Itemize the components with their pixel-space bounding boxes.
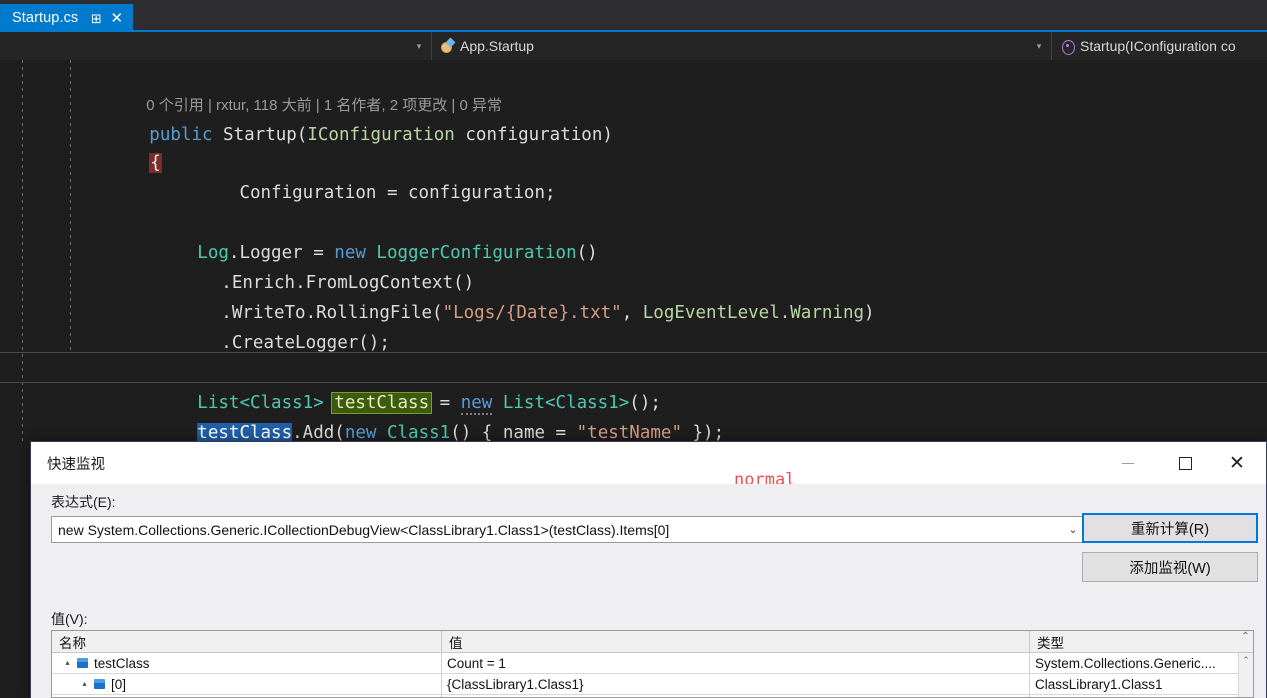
object-cube-icon (76, 657, 90, 670)
testname-string: "testName" (576, 423, 682, 443)
code-line-list-add: testClass.Add(new Class1() { name = "tes… (113, 388, 724, 443)
reevaluate-button-label: 重新计算(R) (1130, 521, 1210, 538)
code-text-area[interactable]: 0 个引用 | rxtur, 118 大前 | 1 名作者, 2 项更改 | 0… (0, 60, 1267, 445)
tab-label: Startup.cs (12, 10, 79, 26)
method-name: Startup( (212, 125, 308, 145)
close-button[interactable]: ✕ (1214, 442, 1260, 484)
expression-combobox[interactable]: new System.Collections.Generic.ICollecti… (51, 516, 1085, 543)
close-icon: ✕ (1229, 452, 1245, 474)
table-row[interactable]: ▴ testClass Count = 1 System.Collections.Ge… (52, 653, 1253, 674)
scroll-up-icon[interactable]: ⌃ (1238, 631, 1253, 652)
method-icon (1060, 39, 1075, 55)
cell-type: ClassLibrary1.Class1 (1030, 674, 1238, 694)
reevaluate-button[interactable]: 重新计算(R) (1082, 513, 1258, 543)
cell-name: ▴ [0] (52, 674, 442, 694)
initializer-open: () { name = (450, 423, 577, 443)
code-line-log-logger: Log.Logger = new LoggerConfiguration() (113, 208, 597, 263)
column-header-value[interactable]: 值 (442, 631, 1030, 652)
dialog-title: 快速监视 (47, 457, 105, 473)
config-assign-text: Configuration = configuration; (197, 183, 556, 203)
value-label: 值(V): (51, 611, 88, 627)
nav-project-dropdown[interactable]: ▾ (0, 32, 432, 60)
column-header-type[interactable]: 类型 (1030, 631, 1238, 652)
close-icon[interactable]: ✕ (109, 10, 124, 26)
row-type-text: System.Collections.Generic.... (1035, 655, 1216, 671)
collapse-triangle-icon[interactable]: ▴ (62, 658, 73, 669)
row-name-text: [0] (111, 676, 127, 692)
collapse-triangle-icon[interactable]: ▴ (79, 679, 90, 690)
row-type-text: ClassLibrary1.Class1 (1035, 676, 1163, 692)
screen-root: Startup.cs ⊞ ✕ ▾ App.Startup ▾ Startup(I… (0, 0, 1267, 698)
chevron-down-icon: ▾ (1036, 40, 1042, 51)
code-line-list-decl: List<Class1> testClass = new List<Class1… (113, 358, 661, 415)
nav-member-label: Startup(IConfiguration co (1080, 38, 1236, 54)
expression-label: 表达式(E): (51, 494, 116, 510)
class-icon (440, 39, 455, 54)
code-line-signature: public Startup(IConfiguration configurat… (65, 90, 613, 145)
expression-input[interactable]: new System.Collections.Generic.ICollecti… (52, 522, 1062, 538)
param-name: configuration) (454, 125, 613, 145)
maximize-button[interactable] (1162, 442, 1208, 484)
column-header-name[interactable]: 名称 (52, 631, 442, 652)
nav-member-dropdown[interactable]: Startup(IConfiguration co (1052, 32, 1267, 60)
nav-class-dropdown[interactable]: App.Startup ▾ (432, 32, 1052, 60)
cell-type: System.Collections.Generic.... (1030, 653, 1238, 673)
grid-row-container: ▴ testClass Count = 1 System.Collections.Ge… (52, 653, 1253, 697)
logeventlevel-enum: LogEventLevel.Warning (642, 303, 865, 323)
codelens-line[interactable]: 0 个引用 | rxtur, 118 大前 | 1 名作者, 2 项更改 | 0… (62, 60, 502, 114)
cell-value[interactable]: Count = 1 (442, 653, 1030, 673)
quickwatch-dialog: 快速监视 normal ✕ 表达式(E): new System.Collect… (30, 441, 1267, 698)
comma-1: , (621, 303, 643, 323)
code-line-writeto: .WriteTo.RollingFile("Logs/{Date}.txt", … (137, 268, 874, 323)
code-line-enrich: .Enrich.FromLogContext() (137, 238, 474, 293)
paren-close-1: ) (864, 303, 875, 323)
dialog-body: 表达式(E): new System.Collections.Generic.I… (31, 484, 1266, 698)
object-cube-icon (93, 678, 107, 691)
code-line-createlogger: .CreateLogger(); (137, 298, 390, 353)
scrollbar-up-arrow-icon[interactable]: ⌃ (1239, 653, 1253, 668)
grid-header-row: 名称 值 类型 ⌃ (52, 631, 1253, 653)
chevron-down-icon[interactable]: ⌄ (1062, 523, 1084, 536)
cell-value[interactable]: {ClassLibrary1.Class1} (442, 674, 1030, 694)
kw-new-3: new (344, 423, 377, 443)
tab-startup-cs[interactable]: Startup.cs ⊞ ✕ (0, 4, 134, 32)
pin-icon[interactable]: ⊞ (89, 10, 103, 26)
minimize-icon (1122, 462, 1134, 464)
table-row[interactable]: ▴ [0] {ClassLibrary1.Class1} ClassLibrary1.… (52, 674, 1253, 695)
row-name-text: testClass (94, 655, 150, 671)
chevron-down-icon: ▾ (416, 40, 422, 51)
param-type: IConfiguration (307, 125, 455, 145)
add-watch-button-label: 添加监视(W) (1129, 560, 1211, 577)
watch-variables-grid[interactable]: 名称 值 类型 ⌃ ▴ testClass Count = 1 System.Coll… (51, 630, 1254, 698)
code-line-open-brace: { (65, 118, 162, 173)
row-value-text: Count = 1 (447, 655, 506, 671)
dialog-title-bar[interactable]: 快速监视 normal ✕ (31, 442, 1266, 490)
maximize-icon (1178, 456, 1192, 470)
parens-1: () (576, 243, 598, 263)
initializer-close: }); (681, 423, 725, 443)
indent-guide-1 (22, 60, 23, 445)
editor-tab-strip: Startup.cs ⊞ ✕ (0, 0, 1267, 32)
log-path-string: "Logs/{Date}.txt" (442, 303, 622, 323)
cell-name: ▴ testClass (52, 653, 442, 673)
add-call: .Add( (292, 423, 345, 443)
minimize-button[interactable] (1105, 442, 1151, 484)
nav-class-label: App.Startup (460, 38, 534, 54)
row-value-text: {ClassLibrary1.Class1} (447, 676, 584, 692)
code-line-config-assign: Configuration = configuration; (113, 148, 555, 203)
createlogger-text: .CreateLogger(); (221, 333, 390, 353)
add-watch-button[interactable]: 添加监视(W) (1082, 552, 1258, 582)
class1-type: Class1 (376, 423, 451, 443)
grid-vertical-scrollbar[interactable]: ⌃ (1238, 653, 1253, 697)
editor-navigation-bar: ▾ App.Startup ▾ Startup(IConfiguration c… (0, 32, 1267, 60)
